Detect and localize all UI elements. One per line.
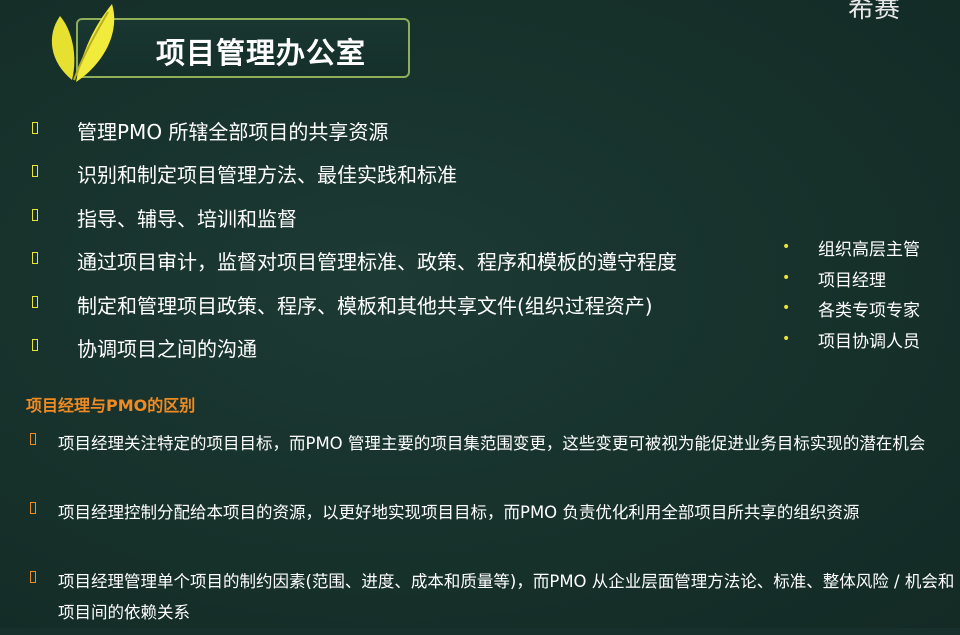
bullet-dot-icon: • bbox=[782, 330, 791, 347]
list-item-text: 协调项目之间的沟通 bbox=[77, 336, 257, 361]
section-heading: 项目经理与PMO的区别 bbox=[26, 396, 196, 415]
watermark-logo: 希赛 bbox=[848, 0, 901, 24]
leaf-logo-icon bbox=[51, 4, 115, 82]
bullet-box-icon bbox=[32, 165, 38, 178]
list-item-text: 管理PMO 所辖全部项目的共享资源 bbox=[77, 120, 389, 144]
bullet-box-icon bbox=[30, 433, 36, 445]
list-item: 项目经理关注特定的项目目标，而PMO 管理主要的项目集范围变更，这些变更可被视为… bbox=[26, 428, 956, 497]
bullet-box-icon bbox=[32, 338, 38, 351]
bullet-box-icon bbox=[32, 208, 38, 221]
list-item-text: 通过项目审计，监督对项目管理标准、政策、程序和模板的遵守程度 bbox=[77, 250, 677, 275]
role-label: 项目协调人员 bbox=[818, 331, 920, 352]
role-label: 各类专项专家 bbox=[818, 301, 920, 321]
page-title: 项目管理办公室 bbox=[156, 36, 367, 70]
role-label: 组织高层主管 bbox=[818, 240, 920, 260]
bullet-dot-icon: • bbox=[782, 239, 791, 255]
list-item-text: 项目经理控制分配给本项目的资源，以更好地实现项目目标，而PMO 负责优化利用全部… bbox=[58, 503, 860, 522]
list-item-text: 指导、辅导、培训和监督 bbox=[77, 206, 297, 231]
list-item-text: 项目经理管理单个项目的制约因素(范围、进度、成本和质量等)，而PMO 从企业层面… bbox=[58, 572, 955, 622]
bullet-box-icon bbox=[30, 502, 36, 514]
bullet-box-icon bbox=[32, 122, 38, 134]
list-item-text: 制定和管理项目政策、程序、模板和其他共享文件(组织过程资产) bbox=[77, 293, 653, 318]
bullet-box-icon bbox=[30, 571, 36, 583]
bullet-box-icon bbox=[32, 295, 38, 308]
list-item: 项目经理控制分配给本项目的资源，以更好地实现项目目标，而PMO 负责优化利用全部… bbox=[26, 497, 956, 566]
bullet-dot-icon: • bbox=[782, 300, 791, 316]
role-label: 项目经理 bbox=[818, 270, 886, 291]
difference-list: 项目经理关注特定的项目目标，而PMO 管理主要的项目集范围变更，这些变更可被视为… bbox=[26, 428, 956, 635]
bullet-box-icon bbox=[32, 252, 38, 265]
list-item: 项目经理管理单个项目的制约因素(范围、进度、成本和质量等)，而PMO 从企业层面… bbox=[26, 566, 956, 635]
bullet-dot-icon: • bbox=[782, 269, 791, 286]
list-item-text: 项目经理关注特定的项目目标，而PMO 管理主要的项目集范围变更，这些变更可被视为… bbox=[58, 434, 926, 453]
list-item-text: 识别和制定项目管理方法、最佳实践和标准 bbox=[77, 163, 457, 188]
